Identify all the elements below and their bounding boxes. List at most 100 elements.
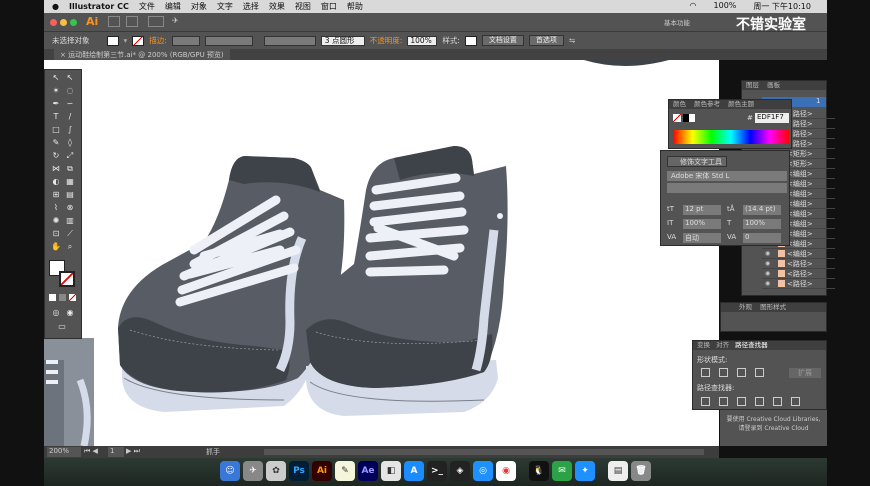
horizontal-scale-field[interactable]: 100%: [743, 219, 781, 229]
mesh-tool-icon[interactable]: ⊞: [51, 190, 61, 199]
visibility-icon[interactable]: ◉: [765, 270, 773, 277]
shape-builder-tool-icon[interactable]: ◐: [51, 177, 61, 186]
menu-select[interactable]: 选择: [243, 1, 259, 12]
layer-row-label[interactable]: <编组>: [787, 239, 813, 249]
menu-type[interactable]: 文字: [217, 1, 233, 12]
blend-tool-icon[interactable]: ⊗: [65, 203, 75, 212]
layer-row-label[interactable]: <编组>: [787, 199, 813, 209]
after-effects-icon[interactable]: Ae: [358, 461, 378, 481]
document-tab[interactable]: × 运动鞋绘制第三节.ai* @ 200% (RGB/GPU 预览): [54, 49, 230, 60]
menu-edit[interactable]: 编辑: [165, 1, 181, 12]
font-style-field[interactable]: [667, 183, 787, 193]
quicktime-icon[interactable]: ◎: [473, 461, 493, 481]
layer-row-label[interactable]: <路径>: [787, 259, 813, 269]
line-tool-icon[interactable]: /: [65, 112, 75, 121]
wifi-icon[interactable]: ◠: [690, 1, 697, 12]
bridge-icon[interactable]: [108, 16, 120, 27]
artboard-number-field[interactable]: 1: [108, 447, 124, 457]
layer-row-label[interactable]: <矩形>: [787, 159, 813, 169]
terminal-icon[interactable]: >_: [427, 461, 447, 481]
stroke-label[interactable]: 描边:: [149, 35, 167, 46]
unite-icon[interactable]: [701, 368, 710, 377]
none-mode-icon[interactable]: [69, 294, 76, 301]
layer-row-label[interactable]: <编组>: [787, 179, 813, 189]
cc-libraries-line2[interactable]: 请登录到 Creative Cloud: [720, 423, 827, 432]
layer-row-label[interactable]: <编组>: [787, 229, 813, 239]
notes-icon[interactable]: ✎: [335, 461, 355, 481]
arrange-documents-icon[interactable]: [148, 16, 164, 27]
tab-align[interactable]: 对齐: [716, 341, 729, 349]
chrome-icon[interactable]: ◉: [496, 461, 516, 481]
minus-back-icon[interactable]: [791, 397, 800, 406]
hex-field[interactable]: EDF1F7: [755, 113, 789, 123]
preview-icon[interactable]: ◧: [381, 461, 401, 481]
workspace-switcher[interactable]: 基本功能: [664, 17, 690, 27]
illustrator-icon[interactable]: Ai: [312, 461, 332, 481]
tab-color-guide[interactable]: 颜色参考: [694, 100, 720, 108]
unity-icon[interactable]: ◈: [450, 461, 470, 481]
tab-layers[interactable]: 图层: [746, 81, 759, 89]
document-icon[interactable]: ▤: [608, 461, 628, 481]
outline-icon[interactable]: [773, 397, 782, 406]
menu-object[interactable]: 对象: [191, 1, 207, 12]
selection-tool-icon[interactable]: ↖: [51, 73, 61, 82]
layer-row-label[interactable]: <编组>: [787, 189, 813, 199]
visibility-icon[interactable]: ◉: [765, 280, 773, 287]
pen-tool-icon[interactable]: ✒: [51, 99, 61, 108]
stroke-swatch[interactable]: [132, 35, 145, 46]
perspective-grid-tool-icon[interactable]: ▦: [65, 177, 75, 186]
gpu-performance-icon[interactable]: ✈: [172, 16, 179, 25]
paintbrush-tool-icon[interactable]: ∫: [65, 125, 75, 134]
color-spectrum[interactable]: [673, 130, 789, 144]
launchpad-icon[interactable]: ✈: [243, 461, 263, 481]
layer-row-label[interactable]: <路径>: [787, 269, 813, 279]
stroke-weight-field[interactable]: [171, 35, 200, 46]
visibility-icon[interactable]: ◉: [765, 260, 773, 267]
column-graph-tool-icon[interactable]: ▥: [65, 216, 75, 225]
current-tool-status[interactable]: 抓手: [206, 447, 220, 457]
symbol-sprayer-tool-icon[interactable]: ✺: [51, 216, 61, 225]
scale-tool-icon[interactable]: ⤢: [65, 151, 75, 160]
intersect-icon[interactable]: [737, 368, 746, 377]
horizontal-scrollbar[interactable]: [264, 449, 704, 455]
battery-text[interactable]: 100%: [714, 1, 737, 12]
artboard-nav-icon[interactable]: ⏮ ◀: [84, 447, 98, 456]
layer-row-label[interactable]: <编组>: [787, 169, 813, 179]
brush-definition-field[interactable]: [263, 35, 316, 46]
stock-icon[interactable]: [126, 16, 138, 27]
type-tool-icon[interactable]: T: [51, 112, 61, 121]
font-size-field[interactable]: 12 pt: [683, 205, 721, 215]
finder-icon[interactable]: ☺: [220, 461, 240, 481]
minimize-window-button[interactable]: [60, 19, 67, 26]
draw-mode-icon[interactable]: ◎: [51, 308, 61, 317]
color-mode-icon[interactable]: [49, 294, 56, 301]
kerning-field[interactable]: 自动: [683, 233, 721, 243]
layer-row-label[interactable]: <编组>: [787, 209, 813, 219]
artboard-tool-icon[interactable]: ⊡: [51, 229, 61, 238]
menu-help[interactable]: 帮助: [347, 1, 363, 12]
variable-width-field[interactable]: [204, 35, 253, 46]
menu-file[interactable]: 文件: [139, 1, 155, 12]
direct-selection-tool-icon[interactable]: ↖: [65, 73, 75, 82]
tab-graphic-styles[interactable]: 图形样式: [760, 303, 786, 311]
lasso-tool-icon[interactable]: ◌: [65, 86, 75, 95]
expand-button[interactable]: 扩展: [789, 368, 821, 378]
artboard-canvas[interactable]: [44, 60, 719, 446]
wechat-icon[interactable]: ✉: [552, 461, 572, 481]
exclude-icon[interactable]: [755, 368, 764, 377]
opacity-field[interactable]: 100%: [407, 35, 438, 46]
layer-row-label[interactable]: <编组>: [787, 219, 813, 229]
document-setup-button[interactable]: 文档设置: [481, 35, 524, 46]
layer-row-label[interactable]: <编组>: [787, 249, 813, 259]
app-store-icon[interactable]: A: [404, 461, 424, 481]
shaper-tool-icon[interactable]: ✎: [51, 138, 61, 147]
eyedropper-tool-icon[interactable]: ⌇: [51, 203, 61, 212]
zoom-field[interactable]: 200%: [47, 447, 81, 457]
rectangle-tool-icon[interactable]: □: [51, 125, 61, 134]
draw-inside-icon[interactable]: ◉: [65, 308, 75, 317]
tracking-field[interactable]: 0: [743, 233, 781, 243]
hand-tool-icon[interactable]: ✋: [51, 242, 61, 251]
close-window-button[interactable]: [50, 19, 57, 26]
photos-icon[interactable]: ✿: [266, 461, 286, 481]
tab-color-themes[interactable]: 颜色主题: [728, 100, 754, 108]
